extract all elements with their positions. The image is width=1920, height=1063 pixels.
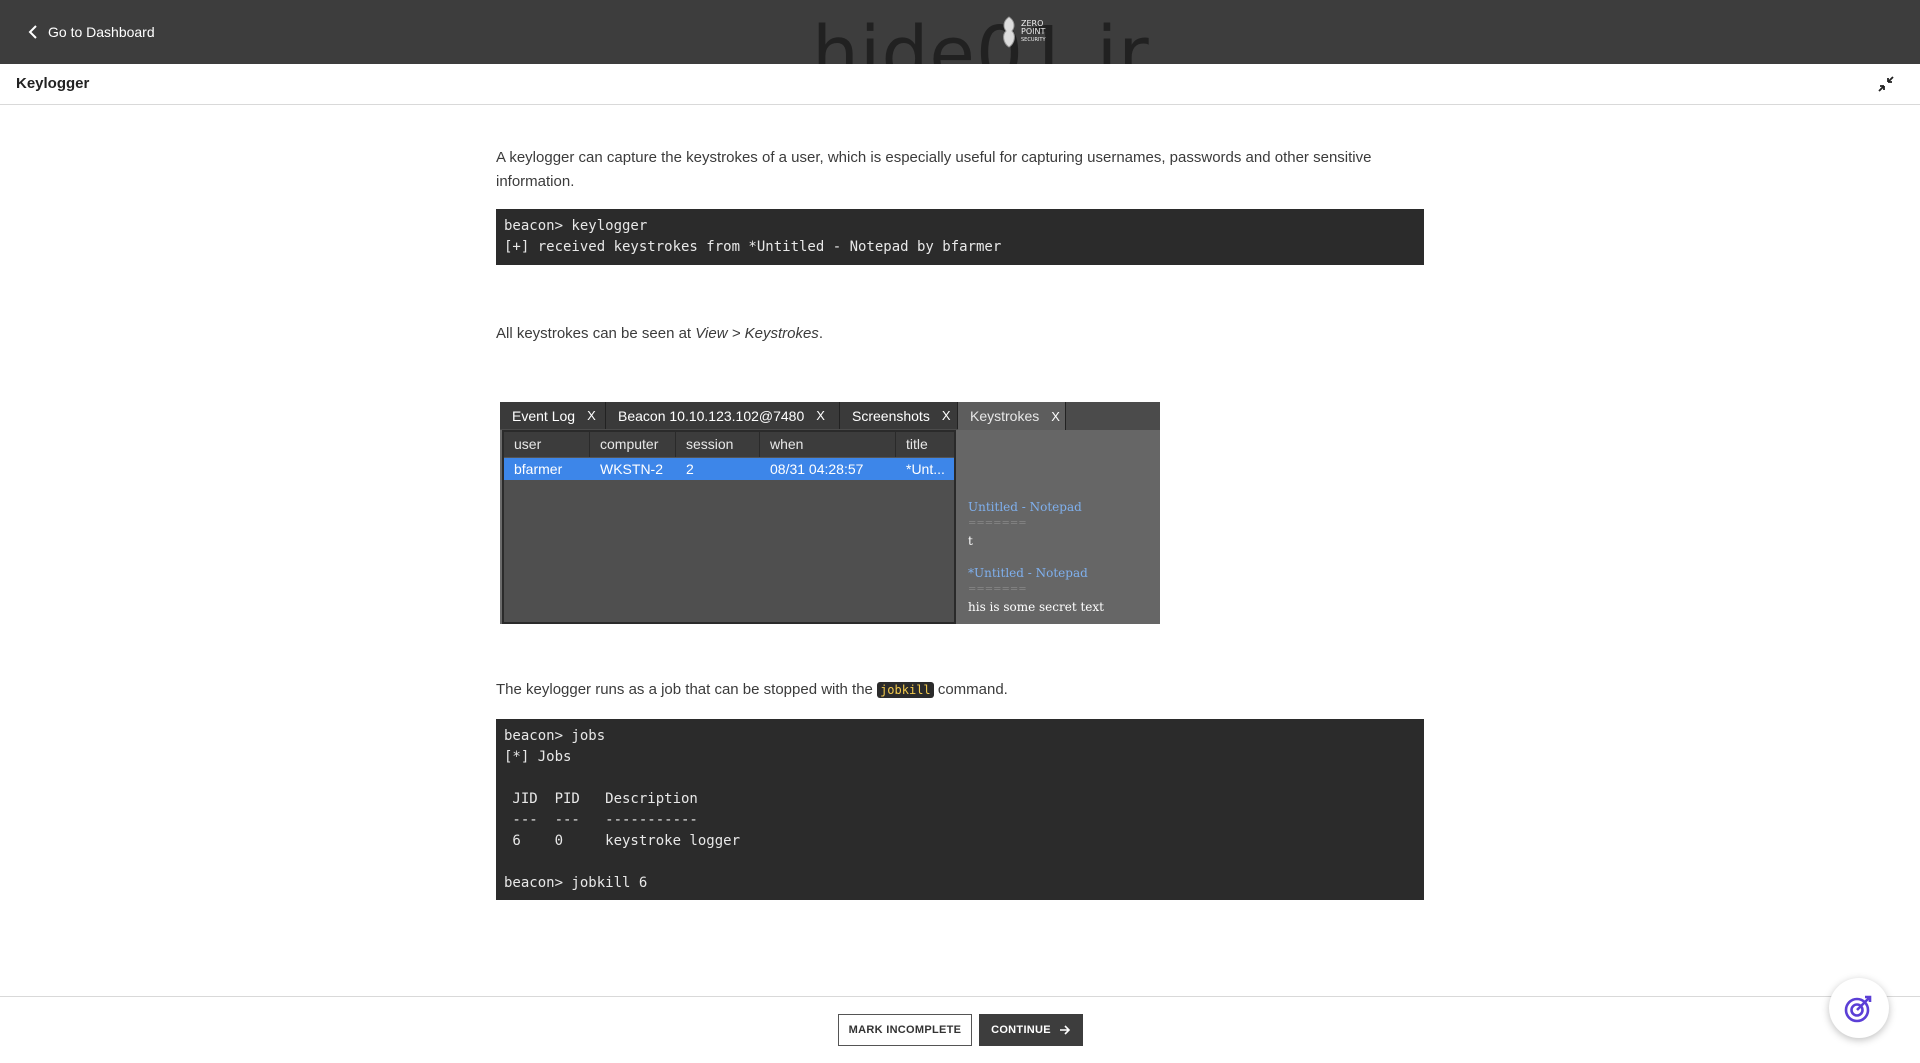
column-header-title: title (906, 436, 928, 452)
para2-suffix: . (818, 325, 823, 342)
tab-keystrokes: Keystrokes X (958, 402, 1066, 430)
mark-incomplete-button[interactable]: MARK INCOMPLETE (838, 1014, 972, 1046)
tab-label: Event Log (512, 407, 576, 424)
go-to-dashboard-link[interactable]: Go to Dashboard (28, 20, 155, 44)
para3-suffix: command. (933, 681, 1008, 698)
figure-tab-bar: Event Log X Beacon 10.10.123.102@7480 X … (500, 402, 1160, 430)
continue-label: CONTINUE (991, 1024, 1051, 1036)
lesson-header: Keylogger (0, 64, 1920, 105)
cell-title: *Unt... (906, 461, 945, 477)
keylogger-code-block: beacon> keylogger [+] received keystroke… (496, 209, 1424, 265)
floating-help-button[interactable] (1829, 978, 1889, 1038)
captured-text-1: t (968, 534, 973, 548)
tab-close-icon: X (816, 408, 825, 423)
tab-beacon: Beacon 10.10.123.102@7480 X (606, 402, 840, 429)
intro-paragraph: A keylogger can capture the keystrokes o… (496, 149, 1372, 190)
para2-prefix: All keystrokes can be seen at (496, 325, 696, 342)
tab-event-log: Event Log X (500, 402, 606, 429)
keystrokes-screenshot: Event Log X Beacon 10.10.123.102@7480 X … (500, 402, 1160, 624)
tab-close-icon: X (941, 408, 951, 423)
jobs-code-block: beacon> jobs [*] Jobs JID PID Descriptio… (496, 719, 1424, 900)
column-header-user: user (504, 432, 590, 457)
para3-prefix: The keylogger runs as a job that can be … (496, 681, 878, 698)
tab-close-icon: X (1051, 408, 1060, 424)
tab-label: Screenshots (852, 407, 930, 424)
top-bar: Go to Dashboard hide01.ir ZERO POINT SEC… (0, 0, 1920, 97)
collapse-button[interactable] (1876, 74, 1896, 94)
lesson-footer: MARK INCOMPLETE CONTINUE (0, 996, 1920, 1063)
table-row: bfarmer WKSTN-2 2 08/31 04:28:57 *Unt... (504, 458, 954, 480)
logo-line-3: SECURITY (1021, 37, 1046, 43)
captured-text-2: his is some secret text (968, 600, 1104, 614)
logo-line-2: POINT (1021, 27, 1046, 36)
column-header-session: session (676, 432, 760, 457)
tab-screenshots: Screenshots X (840, 402, 958, 429)
column-header-when: when (760, 432, 896, 457)
target-icon (1844, 995, 1872, 1023)
keystrokes-table: user computer session when title bfarmer… (502, 430, 956, 624)
chevron-left-icon (28, 25, 38, 39)
continue-button[interactable]: CONTINUE (979, 1014, 1083, 1046)
table-header: user computer session when title (504, 432, 954, 458)
cell-user: bfarmer (514, 461, 563, 477)
jobkill-paragraph: The keylogger runs as a job that can be … (496, 678, 1008, 702)
jobkill-inline-code: jobkill (877, 682, 934, 698)
tab-label: Keystrokes (970, 408, 1040, 424)
keystrokes-output-pane: Untitled - Notepad ======= t *Untitled -… (956, 430, 1160, 624)
mark-incomplete-label: MARK INCOMPLETE (848, 1024, 962, 1036)
window-title-2: *Untitled - Notepad (968, 566, 1088, 580)
go-to-dashboard-label: Go to Dashboard (48, 24, 155, 40)
view-keystrokes-menu-path: View > Keystrokes (695, 325, 819, 342)
arrow-right-icon (1059, 1025, 1071, 1035)
collapse-icon (1878, 76, 1894, 92)
cell-when: 08/31 04:28:57 (770, 461, 864, 477)
cell-computer: WKSTN-2 (600, 461, 663, 477)
separator-2: ======= (968, 584, 1027, 595)
column-header-computer: computer (590, 432, 676, 457)
zero-point-security-logo: ZERO POINT SECURITY (1000, 12, 1048, 52)
separator-1: ======= (968, 518, 1027, 529)
lesson-title: Keylogger (16, 75, 90, 92)
tab-close-icon: X (587, 408, 596, 423)
window-title-1: Untitled - Notepad (968, 500, 1082, 514)
tab-label: Beacon 10.10.123.102@7480 (618, 407, 805, 424)
keystrokes-view-paragraph: All keystrokes can be seen at View > Key… (496, 322, 823, 346)
logo-emblem-icon (1003, 16, 1015, 48)
cell-session: 2 (686, 461, 694, 477)
